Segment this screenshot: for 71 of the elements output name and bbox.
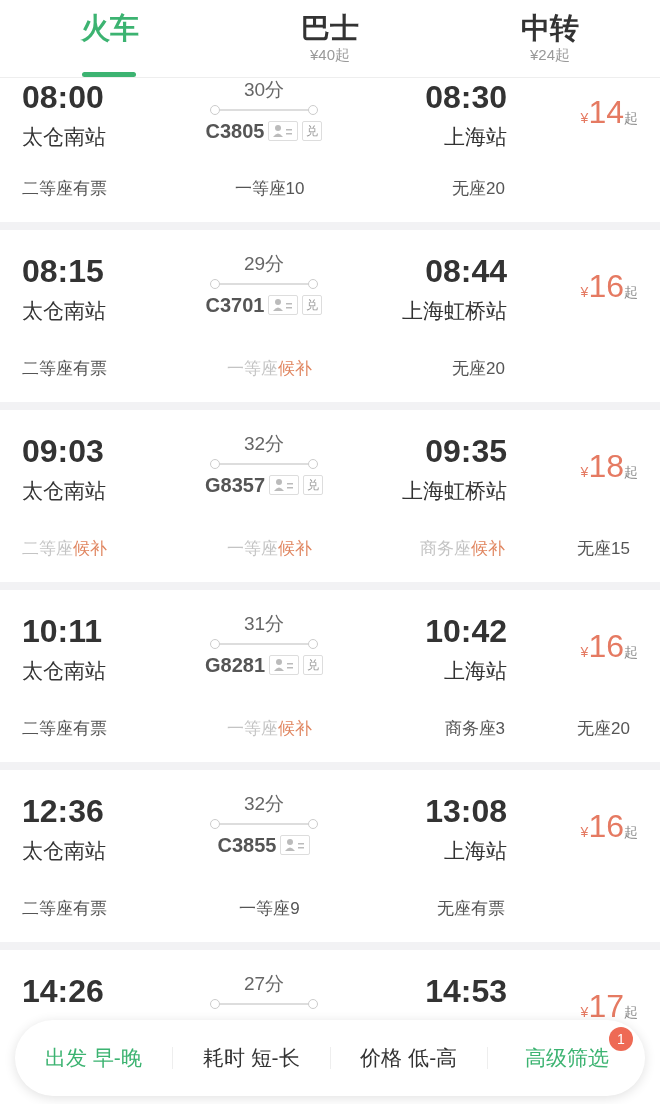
train-number: C3701 bbox=[205, 293, 265, 318]
filter-option[interactable]: 耗时 短-长 bbox=[202, 1042, 300, 1074]
seat-availability: 一等座候补 bbox=[227, 538, 312, 560]
tab[interactable]: 中转 ¥24起 bbox=[521, 10, 579, 64]
seat-availability: 二等座有票 bbox=[22, 718, 107, 740]
arrive-station: 上海虹桥站 bbox=[402, 298, 507, 324]
price: ¥14起 bbox=[580, 94, 638, 130]
depart-station: 太仓南站 bbox=[22, 124, 106, 150]
filter-option[interactable]: 价格 低-高 bbox=[360, 1042, 458, 1074]
tab-underline bbox=[82, 72, 136, 77]
seat-availability: 商务座候补 bbox=[420, 538, 505, 560]
exchange-tag: 兑 bbox=[302, 121, 323, 141]
arrive-station: 上海站 bbox=[444, 124, 507, 150]
arrive-time: 14:53 bbox=[425, 972, 507, 1010]
depart-station: 太仓南站 bbox=[22, 658, 106, 684]
arrive-time: 08:30 bbox=[425, 78, 507, 116]
seat-availability: 二等座有票 bbox=[22, 178, 107, 200]
depart-time: 12:36 bbox=[22, 792, 104, 830]
depart-time: 10:11 bbox=[22, 612, 103, 650]
seat-availability: 二等座候补 bbox=[22, 538, 107, 560]
depart-time: 09:03 bbox=[22, 432, 104, 470]
exchange-tag: 兑 bbox=[303, 475, 324, 495]
duration: 31分 bbox=[243, 612, 285, 636]
depart-time: 08:15 bbox=[22, 252, 104, 290]
duration: 32分 bbox=[243, 792, 285, 816]
seat-availability: 一等座候补 bbox=[227, 718, 312, 740]
train-card[interactable]: 08:15 太仓南站 29分 C3701 兑 08:44 上海虹桥站 ¥16起 二等座有票 一等座候补 无座20 bbox=[0, 230, 660, 402]
exchange-tag: 兑 bbox=[303, 655, 324, 675]
seat-availability: 二等座有票 bbox=[22, 898, 107, 920]
seat-availability: 无座有票 bbox=[437, 898, 505, 920]
arrive-time: 08:44 bbox=[425, 252, 507, 290]
train-number: C3855 bbox=[217, 833, 277, 858]
train-number: G8281 bbox=[204, 653, 266, 678]
arrive-time: 10:42 bbox=[425, 612, 507, 650]
train-card[interactable]: 10:11 太仓南站 31分 G8281 兑 10:42 上海站 ¥16起 二等座有票 一等座候补 商务座3 无座20 bbox=[0, 590, 660, 762]
price: ¥16起 bbox=[580, 268, 638, 304]
train-number: C3805 bbox=[205, 119, 265, 144]
depart-station: 太仓南站 bbox=[22, 478, 106, 504]
price: ¥16起 bbox=[580, 628, 638, 664]
seat-availability: 二等座有票 bbox=[22, 358, 107, 380]
arrive-time: 09:35 bbox=[425, 432, 507, 470]
seat-availability: 一等座10 bbox=[234, 178, 305, 200]
depart-time: 08:00 bbox=[22, 78, 104, 116]
duration: 32分 bbox=[243, 432, 285, 456]
depart-station: 太仓南站 bbox=[22, 298, 106, 324]
seat-availability: 无座20 bbox=[452, 358, 505, 380]
seat-availability: 商务座3 bbox=[444, 718, 505, 740]
depart-time: 14:26 bbox=[22, 972, 104, 1010]
duration: 30分 bbox=[243, 78, 285, 102]
duration: 29分 bbox=[243, 252, 285, 276]
price: ¥16起 bbox=[580, 808, 638, 844]
arrive-station: 上海站 bbox=[444, 838, 507, 864]
tab[interactable]: 巴士 ¥40起 bbox=[301, 10, 359, 64]
depart-station: 太仓南站 bbox=[22, 838, 106, 864]
seat-availability: 一等座9 bbox=[239, 898, 300, 920]
arrive-station: 上海虹桥站 bbox=[402, 478, 507, 504]
seat-availability: 一等座候补 bbox=[227, 358, 312, 380]
notification-badge: 1 bbox=[609, 1027, 633, 1052]
seat-availability: 无座20 bbox=[452, 178, 505, 200]
seat-availability: 无座15 bbox=[577, 538, 630, 560]
train-number: G8357 bbox=[204, 473, 266, 498]
train-card[interactable]: 09:03 太仓南站 32分 G8357 兑 09:35 上海虹桥站 ¥18起 二等座候补 一等座候补 商务座候补 无座15 bbox=[0, 410, 660, 582]
seat-availability: 无座20 bbox=[577, 718, 630, 740]
exchange-tag: 兑 bbox=[302, 295, 323, 315]
price: ¥18起 bbox=[580, 448, 638, 484]
arrive-time: 13:08 bbox=[425, 792, 507, 830]
train-card[interactable]: 12:36 太仓南站 32分 C3855 13:08 上海站 ¥16起 二等座有票 一等座9 无座有票 bbox=[0, 770, 660, 942]
arrive-station: 上海站 bbox=[444, 658, 507, 684]
price: ¥17起 bbox=[580, 988, 638, 1024]
duration: 27分 bbox=[243, 972, 285, 996]
train-card[interactable]: 08:00 太仓南站 30分 C3805 兑 08:30 上海站 ¥14起 二等座有票 一等座10 无座20 bbox=[0, 78, 660, 222]
